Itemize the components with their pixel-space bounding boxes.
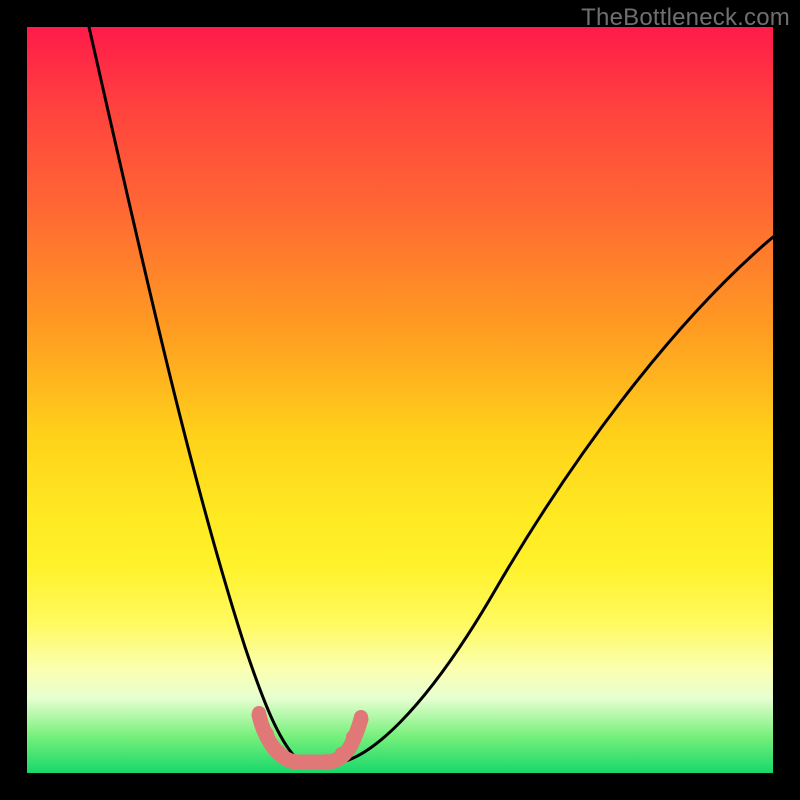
- chart-plot-area: [27, 27, 773, 773]
- watermark-text: TheBottleneck.com: [581, 4, 790, 32]
- chart-frame: TheBottleneck.com: [0, 0, 800, 800]
- bottleneck-curve: [89, 27, 773, 763]
- chart-curves-svg: [27, 27, 773, 773]
